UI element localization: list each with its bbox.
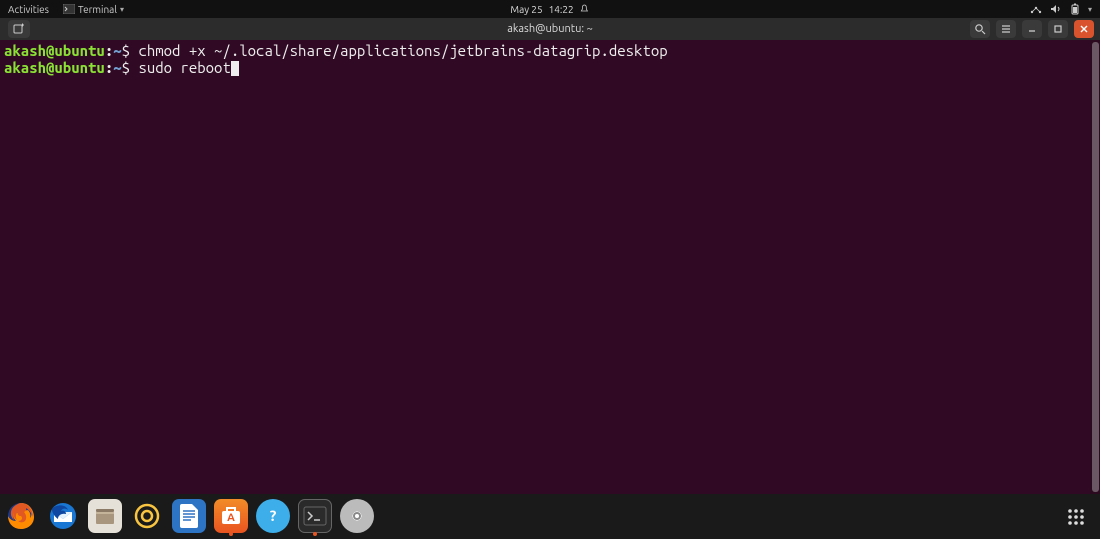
terminal-content: akash@ubuntu:~$ chmod +x ~/.local/share/… [0,40,1090,494]
apps-grid-icon [1067,508,1085,526]
app-menu-label: Terminal [78,4,117,15]
activities-button[interactable]: Activities [8,4,49,15]
hamburger-menu-button[interactable] [996,20,1016,38]
terminal-icon [63,4,75,14]
terminal-title-bar: akash@ubuntu: ~ [0,18,1100,40]
close-button[interactable] [1074,20,1094,38]
search-icon [974,23,986,35]
command-text: chmod +x ~/.local/share/applications/jet… [138,42,667,59]
search-button[interactable] [970,20,990,38]
minimize-icon [1026,23,1038,35]
new-tab-button[interactable] [8,20,30,38]
app-menu[interactable]: Terminal ▾ [63,4,124,15]
firefox-icon [6,501,36,531]
dock-files[interactable] [88,499,122,533]
prompt-user: akash@ubuntu [4,59,105,76]
svg-text:A: A [227,512,235,524]
system-status-area[interactable]: ▾ [1030,3,1100,15]
prompt-sep: : [105,42,113,59]
terminal-icon [303,506,327,526]
battery-icon [1070,3,1080,15]
command-text: sudo reboot [138,59,230,76]
show-applications-button[interactable] [1064,505,1088,529]
prompt-dollar: $ [122,59,139,76]
rhythmbox-icon [134,503,160,529]
volume-icon [1050,4,1062,14]
dock-disc[interactable] [340,499,374,533]
terminal-scrollbar[interactable] [1090,40,1100,494]
svg-text:?: ? [270,507,277,524]
thunderbird-icon [48,501,78,531]
new-tab-icon [13,23,25,35]
clock[interactable]: May 25 14:22 [510,4,589,15]
clock-time: 14:22 [549,4,574,15]
dock-terminal[interactable] [298,499,332,533]
prompt-dollar: $ [122,42,139,59]
files-icon [94,506,116,526]
window-title: akash@ubuntu: ~ [507,23,593,35]
prompt-path: ~ [113,42,121,59]
help-icon: ? [263,506,283,526]
network-icon [1030,4,1042,14]
hamburger-icon [1000,23,1012,35]
chevron-down-icon: ▾ [120,5,124,14]
libreoffice-writer-icon [178,503,200,529]
dock-firefox[interactable] [4,499,38,533]
ubuntu-software-icon: A [219,504,243,528]
notification-icon [580,4,590,14]
dock-thunderbird[interactable] [46,499,80,533]
terminal-body[interactable]: akash@ubuntu:~$ chmod +x ~/.local/share/… [0,40,1100,494]
prompt-path: ~ [113,59,121,76]
close-icon [1078,23,1090,35]
dock-rhythmbox[interactable] [130,499,164,533]
minimize-button[interactable] [1022,20,1042,38]
prompt-user: akash@ubuntu [4,42,105,59]
maximize-icon [1052,23,1064,35]
gnome-top-bar: Activities Terminal ▾ May 25 14:22 [0,0,1100,18]
text-cursor [231,61,239,76]
prompt-sep: : [105,59,113,76]
dock-ubuntu-software[interactable]: A [214,499,248,533]
desktop: Activities Terminal ▾ May 25 14:22 [0,0,1100,539]
dock-help[interactable]: ? [256,499,290,533]
maximize-button[interactable] [1048,20,1068,38]
disc-icon [342,501,372,531]
dock: A ? [4,496,374,536]
clock-date: May 25 [510,4,542,15]
dock-libreoffice-writer[interactable] [172,499,206,533]
chevron-down-icon: ▾ [1088,5,1092,14]
scrollbar-thumb[interactable] [1092,42,1099,492]
